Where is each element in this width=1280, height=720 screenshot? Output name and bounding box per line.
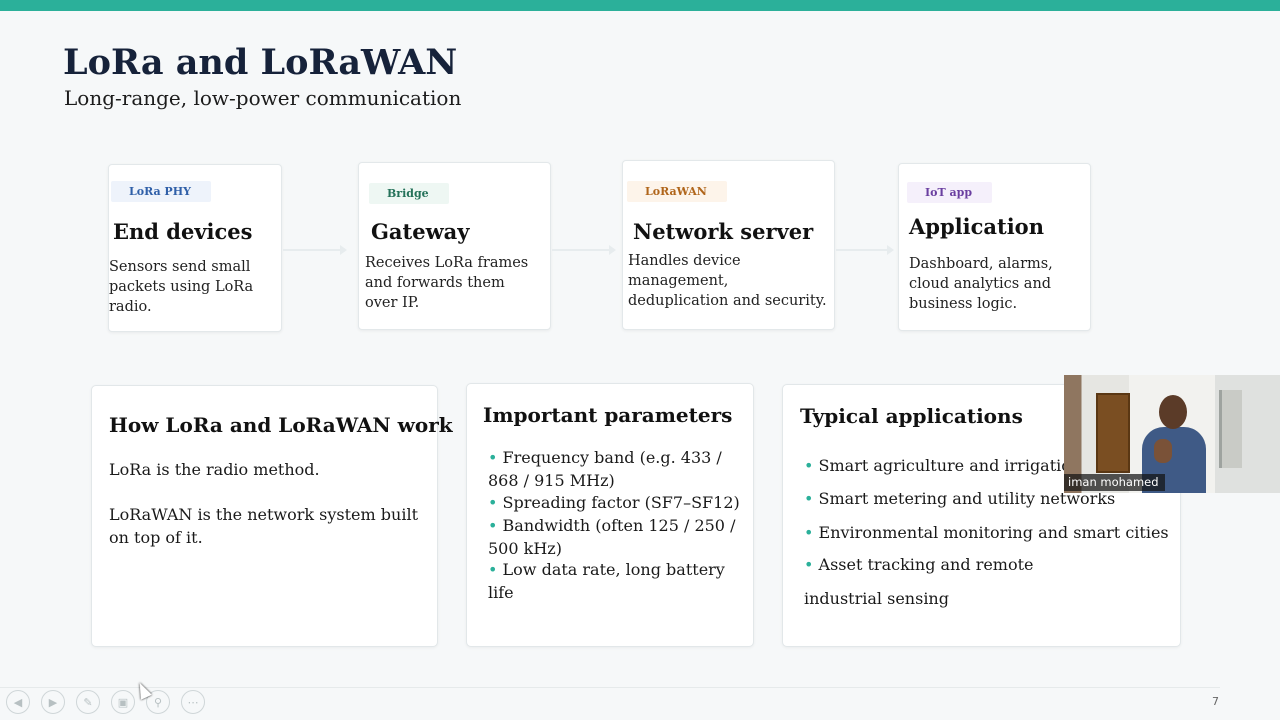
flow-card-gateway: Bridge Gateway Receives LoRa frames and … xyxy=(358,162,551,330)
participant-head xyxy=(1159,395,1187,429)
panel-parameters: Important parameters • Frequency band (e… xyxy=(466,383,754,647)
bullet-icon: • xyxy=(804,456,814,475)
card-heading: Network server xyxy=(633,219,814,244)
parameter-item: • Bandwidth (often 125 / 250 / 500 kHz) xyxy=(488,516,736,558)
panel-how-it-works: How LoRa and LoRaWAN work LoRa is the ra… xyxy=(91,385,453,647)
chip-lora-phy: LoRa PHY xyxy=(111,181,211,202)
panel-heading: How LoRa and LoRaWAN work xyxy=(109,413,453,437)
page-number: 7 xyxy=(1212,695,1219,708)
footer-divider xyxy=(0,687,1220,688)
parameter-item: • Low data rate, long battery life xyxy=(488,560,725,602)
bullet-icon: • xyxy=(804,489,814,508)
bullet-icon: • xyxy=(488,493,498,512)
card-description: Dashboard, alarms, cloud analytics and b… xyxy=(909,256,1053,312)
bullet-icon: • xyxy=(488,448,498,467)
card-description: Sensors send small packets using LoRa ra… xyxy=(109,259,254,315)
previous-icon[interactable]: ◀ xyxy=(6,690,30,714)
flow-arrow xyxy=(552,245,616,255)
card-description: Handles device management, deduplication… xyxy=(628,253,827,309)
slides-icon[interactable]: ▣ xyxy=(111,690,135,714)
card-heading: Application xyxy=(909,214,1044,239)
panel-heading: Typical applications xyxy=(800,404,1023,428)
card-description: Receives LoRa frames and forwards them o… xyxy=(365,255,529,311)
flow-card-end-devices: LoRa PHY End devices Sensors send small … xyxy=(108,164,282,332)
participant-name-label: iman mohamed xyxy=(1064,474,1165,491)
video-window-frame xyxy=(1219,390,1242,468)
chip-bridge: Bridge xyxy=(369,183,449,204)
panel-paragraph: LoRaWAN is the network system built on t… xyxy=(109,505,418,547)
flow-card-application: IoT app Application Dashboard, alarms, c… xyxy=(898,163,1091,331)
card-heading: Gateway xyxy=(371,219,470,244)
slide-subtitle: Long-range, low-power communication xyxy=(64,86,462,110)
flow-card-network-server: LoRaWAN Network server Handles device ma… xyxy=(622,160,835,330)
participant-hand xyxy=(1154,439,1172,463)
chip-iot-app: IoT app xyxy=(907,182,993,203)
video-door xyxy=(1096,393,1130,473)
play-icon[interactable]: ▶ xyxy=(41,690,65,714)
top-accent-bar xyxy=(0,0,1280,11)
pen-icon[interactable]: ✎ xyxy=(76,690,100,714)
parameter-item: • Spreading factor (SF7–SF12) xyxy=(488,493,740,512)
bullet-icon: • xyxy=(804,555,814,574)
slide-title: LoRa and LoRaWAN xyxy=(63,42,458,83)
more-icon[interactable]: ⋯ xyxy=(181,690,205,714)
flow-arrow xyxy=(836,245,894,255)
panel-heading: Important parameters xyxy=(483,403,733,427)
panel-paragraph: LoRa is the radio method. xyxy=(109,460,320,479)
chip-lorawan: LoRaWAN xyxy=(627,181,727,202)
application-item: • Asset tracking and remote industrial s… xyxy=(804,555,1034,608)
parameter-item: • Frequency band (e.g. 433 / 868 / 915 M… xyxy=(488,448,722,490)
bullet-icon: • xyxy=(488,560,498,579)
bullet-icon: • xyxy=(804,523,814,542)
application-item: • Environmental monitoring and smart cit… xyxy=(804,523,1169,542)
card-heading: End devices xyxy=(113,219,253,244)
bullet-icon: • xyxy=(488,516,498,535)
slideshow-toolbar: ◀ ▶ ✎ ▣ ⚲ ⋯ xyxy=(6,690,205,714)
flow-arrow xyxy=(283,245,347,255)
